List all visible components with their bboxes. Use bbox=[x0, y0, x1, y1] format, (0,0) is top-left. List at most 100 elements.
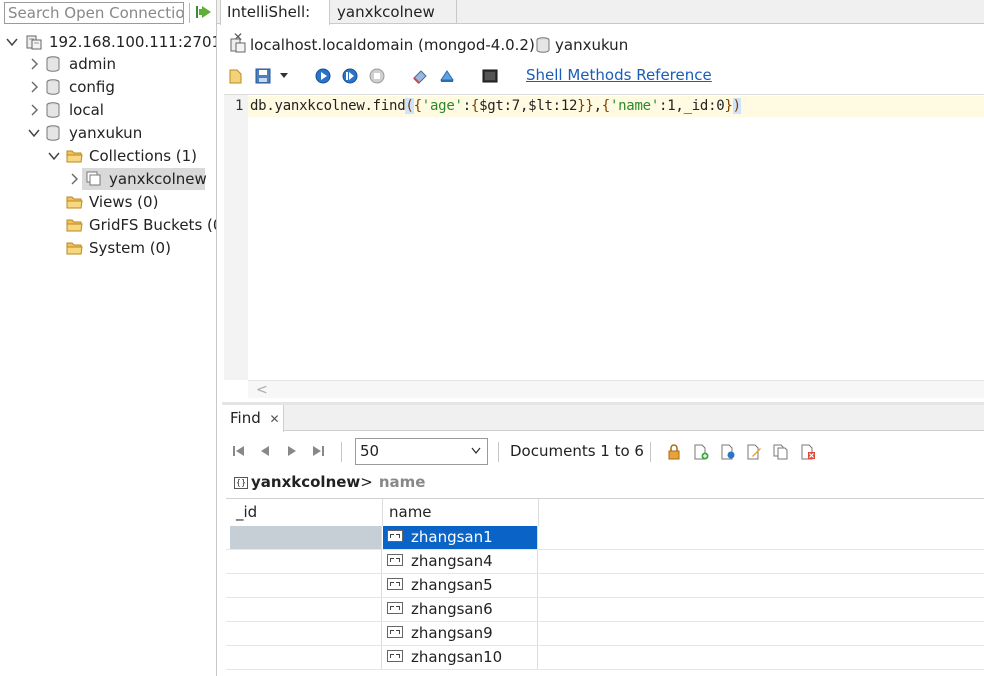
cell-value: zhangsan4 bbox=[411, 552, 493, 570]
view-document-icon[interactable] bbox=[720, 444, 736, 460]
run-statement-icon[interactable] bbox=[342, 68, 358, 84]
tab-label: IntelliShell: bbox=[227, 3, 311, 21]
chevron-right-icon[interactable] bbox=[28, 58, 40, 70]
format-icon[interactable] bbox=[439, 68, 455, 84]
line-number: 1 bbox=[235, 98, 244, 114]
code-string: 'age' bbox=[421, 98, 463, 114]
cell-name[interactable]: zhangsan4 bbox=[383, 550, 538, 573]
close-icon[interactable]: ✕ bbox=[270, 412, 280, 426]
clear-icon[interactable] bbox=[412, 68, 428, 84]
collapse-panel-icon[interactable] bbox=[195, 4, 213, 20]
code-brace: } bbox=[724, 98, 733, 114]
string-type-icon bbox=[387, 530, 403, 542]
page-size-select[interactable]: 50 bbox=[355, 438, 488, 465]
divider bbox=[341, 442, 342, 462]
search-connections-input[interactable]: Search Open Connectio bbox=[4, 2, 184, 24]
database-icon bbox=[46, 125, 60, 141]
table-row[interactable]: zhangsan9 bbox=[226, 622, 984, 646]
table-row[interactable]: zhangsan4 bbox=[226, 550, 984, 574]
table-row[interactable]: zhangsan5 bbox=[226, 574, 984, 598]
cell-id[interactable] bbox=[230, 526, 382, 549]
cell-name[interactable]: zhangsan10 bbox=[383, 646, 538, 669]
run-icon[interactable] bbox=[315, 68, 331, 84]
collection-icon bbox=[86, 171, 101, 186]
chevron-down-icon[interactable] bbox=[28, 127, 40, 139]
tab-intellishell[interactable]: IntelliShell: ✕ bbox=[220, 0, 330, 44]
code-condition: $gt:7,$lt:12 bbox=[479, 98, 578, 114]
cell-id[interactable] bbox=[230, 622, 382, 645]
cell-value: zhangsan1 bbox=[411, 528, 493, 546]
tab-find[interactable]: Find ✕ bbox=[222, 405, 284, 432]
editor-tab-bar: IntelliShell: ✕ yanxkcolnew bbox=[217, 0, 984, 44]
table-row[interactable]: zhangsan10 bbox=[226, 646, 984, 670]
last-page-icon[interactable] bbox=[311, 444, 325, 458]
first-page-icon[interactable] bbox=[232, 444, 246, 458]
page-size-value: 50 bbox=[360, 442, 380, 460]
string-type-icon bbox=[387, 650, 403, 662]
cell-id[interactable] bbox=[230, 574, 382, 597]
server-label: 192.168.100.111:27017 bbox=[49, 33, 217, 51]
connection-host[interactable]: localhost.localdomain (mongod-4.0.2) bbox=[250, 32, 535, 58]
breadcrumb-collection[interactable]: yanxkcolnew bbox=[251, 473, 360, 491]
edit-document-icon[interactable] bbox=[746, 444, 762, 460]
cell-id[interactable] bbox=[230, 646, 382, 669]
shell-methods-reference-link[interactable]: Shell Methods Reference bbox=[526, 66, 712, 84]
cell-value: zhangsan5 bbox=[411, 576, 493, 594]
column-header-label: _id bbox=[236, 503, 258, 521]
string-type-icon bbox=[387, 554, 403, 566]
cell-name[interactable]: zhangsan5 bbox=[383, 574, 538, 597]
cell-name[interactable]: zhangsan6 bbox=[383, 598, 538, 621]
chevron-down-icon[interactable] bbox=[279, 72, 289, 80]
cell-id[interactable] bbox=[230, 598, 382, 621]
divider bbox=[650, 442, 651, 462]
breadcrumb-field[interactable]: name bbox=[379, 473, 426, 491]
database-icon bbox=[46, 56, 60, 72]
cell-name[interactable]: zhangsan1 bbox=[383, 526, 538, 549]
add-document-icon[interactable] bbox=[693, 444, 709, 460]
result-grid[interactable]: _id name zhangsan1 zhangsan4 zhangsan5 z… bbox=[226, 498, 984, 676]
code-string: 'name' bbox=[609, 98, 660, 114]
table-row[interactable]: zhangsan1 bbox=[226, 526, 984, 550]
chevron-right-icon[interactable] bbox=[28, 81, 40, 93]
chevron-down-icon[interactable] bbox=[48, 150, 60, 162]
string-type-icon bbox=[387, 578, 403, 590]
cell-value: zhangsan9 bbox=[411, 624, 493, 642]
next-page-icon[interactable] bbox=[285, 444, 299, 458]
horizontal-scrollbar[interactable]: < bbox=[248, 380, 984, 398]
document-count: Documents 1 to 6 bbox=[510, 442, 644, 460]
code-projection: :1,_id:0 bbox=[659, 98, 725, 114]
stop-icon[interactable] bbox=[369, 68, 385, 84]
column-header-id[interactable]: _id bbox=[230, 499, 383, 526]
code-brace: { bbox=[470, 98, 480, 114]
line-gutter bbox=[224, 95, 248, 380]
chevron-down-icon[interactable] bbox=[471, 447, 481, 455]
chevron-down-icon[interactable] bbox=[6, 36, 18, 48]
chevron-right-icon[interactable] bbox=[68, 173, 80, 185]
previous-page-icon[interactable] bbox=[258, 444, 272, 458]
table-row[interactable]: zhangsan6 bbox=[226, 598, 984, 622]
delete-document-icon[interactable] bbox=[800, 444, 816, 460]
divider bbox=[189, 3, 190, 23]
connection-database[interactable]: yanxukun bbox=[555, 32, 628, 58]
column-header-name[interactable]: name bbox=[383, 499, 539, 526]
folder-icon bbox=[66, 242, 83, 255]
tab-collection[interactable]: yanxkcolnew bbox=[331, 0, 457, 24]
folder-icon bbox=[66, 196, 83, 209]
chevron-right-icon[interactable] bbox=[28, 104, 40, 116]
terminal-icon[interactable] bbox=[482, 68, 498, 84]
result-breadcrumb: {} yanxkcolnew> name bbox=[234, 472, 425, 492]
cell-name[interactable]: zhangsan9 bbox=[383, 622, 538, 645]
result-navigation-bar: 50 Documents 1 to 6 bbox=[222, 436, 984, 468]
cell-id[interactable] bbox=[230, 550, 382, 573]
folder-label: Views (0) bbox=[89, 193, 159, 211]
lock-icon[interactable] bbox=[666, 444, 682, 460]
code-line[interactable]: db.yanxkcolnew.find({'age':{$gt:7,$lt:12… bbox=[250, 98, 741, 114]
scroll-left-icon[interactable]: < bbox=[256, 381, 268, 399]
folder-icon bbox=[66, 219, 83, 232]
db-label: yanxukun bbox=[69, 124, 143, 142]
code-paren-open: ( bbox=[405, 98, 414, 114]
clone-document-icon[interactable] bbox=[773, 444, 789, 460]
shell-editor[interactable]: 1 db.yanxkcolnew.find({'age':{$gt:7,$lt:… bbox=[224, 94, 984, 400]
save-icon[interactable] bbox=[255, 68, 271, 84]
open-file-icon[interactable] bbox=[228, 68, 244, 84]
